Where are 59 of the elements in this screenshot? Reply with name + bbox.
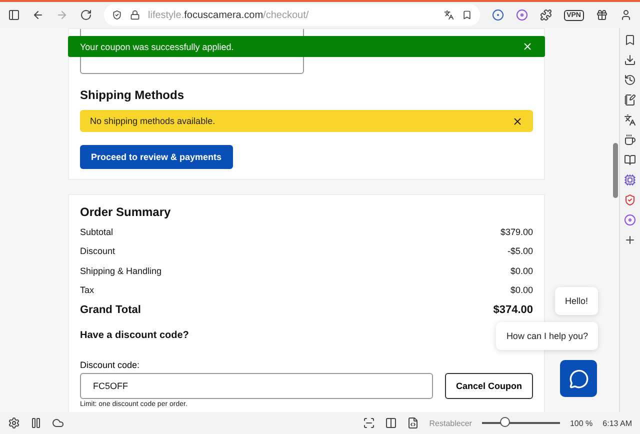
reload-icon[interactable] xyxy=(80,9,92,21)
summary-value: $0.00 xyxy=(510,266,533,276)
zoom-reading: 100 % xyxy=(570,418,593,428)
split-view-icon[interactable] xyxy=(385,417,398,429)
url-text: lifestyle.focuscamera.com/checkout/ xyxy=(148,10,310,20)
summary-label: Subtotal xyxy=(80,226,114,237)
shield-icon[interactable] xyxy=(624,194,636,206)
chat-bubble: Hello! xyxy=(554,287,598,315)
close-icon[interactable] xyxy=(512,116,523,126)
cancel-coupon-button[interactable]: Cancel Coupon xyxy=(445,372,533,398)
chip-icon[interactable] xyxy=(624,174,636,186)
add-icon[interactable] xyxy=(624,234,636,246)
notice-text: No shipping methods available. xyxy=(90,116,216,126)
cup-icon[interactable] xyxy=(624,134,636,146)
translate-icon[interactable] xyxy=(444,10,454,20)
zoom-slider-thumb[interactable] xyxy=(500,417,510,427)
proceed-button[interactable]: Proceed to review & payments xyxy=(80,145,233,169)
section-title: Order Summary xyxy=(80,205,172,219)
lock-icon xyxy=(130,10,140,20)
extension-icon[interactable] xyxy=(624,214,636,226)
translate-icon[interactable] xyxy=(624,114,636,126)
extensions-icon[interactable] xyxy=(540,9,552,21)
summary-label: Shipping & Handling xyxy=(80,266,162,276)
notes-icon[interactable] xyxy=(624,94,636,106)
chat-button[interactable] xyxy=(560,360,597,397)
pause-icon[interactable] xyxy=(30,417,42,429)
summary-value: $374.00 xyxy=(493,304,533,316)
clock: 6:13 AM xyxy=(602,418,632,428)
summary-label: Discount xyxy=(80,246,116,256)
capture-icon[interactable] xyxy=(363,417,376,429)
chat-icon xyxy=(568,368,588,388)
page-icon[interactable] xyxy=(407,417,420,429)
extension-icon[interactable] xyxy=(492,9,504,21)
summary-value: $379.00 xyxy=(500,226,533,237)
close-icon[interactable] xyxy=(522,41,533,52)
field-label: Discount code: xyxy=(80,360,140,370)
summary-value: $0.00 xyxy=(510,285,533,296)
gift-icon[interactable] xyxy=(596,9,608,21)
extension-icon[interactable] xyxy=(516,9,528,21)
summary-label: Tax xyxy=(80,285,94,296)
summary-value: -$5.00 xyxy=(507,246,533,256)
sidebar-toggle-icon[interactable] xyxy=(8,9,20,21)
back-icon[interactable] xyxy=(32,9,44,21)
shield-icon xyxy=(112,10,122,20)
address-bar[interactable]: lifestyle.focuscamera.com/checkout/ xyxy=(104,4,480,26)
chat-bubble: How can I help you? xyxy=(496,322,598,350)
discount-code-field[interactable]: FC5OFF xyxy=(80,372,433,398)
book-icon[interactable] xyxy=(624,154,636,166)
settings-icon[interactable] xyxy=(8,417,20,429)
download-icon[interactable] xyxy=(624,54,636,66)
summary-label: Grand Total xyxy=(80,304,141,316)
cloud-icon[interactable] xyxy=(52,417,64,429)
profile-icon[interactable] xyxy=(620,9,632,21)
section-title: Shipping Methods xyxy=(80,88,185,102)
toast-text: Your coupon was successfully applied. xyxy=(80,42,234,52)
bookmark-icon[interactable] xyxy=(462,10,472,20)
bookmark-icon[interactable] xyxy=(624,34,636,46)
discount-title: Have a discount code? xyxy=(80,330,189,340)
history-icon[interactable] xyxy=(624,74,636,86)
